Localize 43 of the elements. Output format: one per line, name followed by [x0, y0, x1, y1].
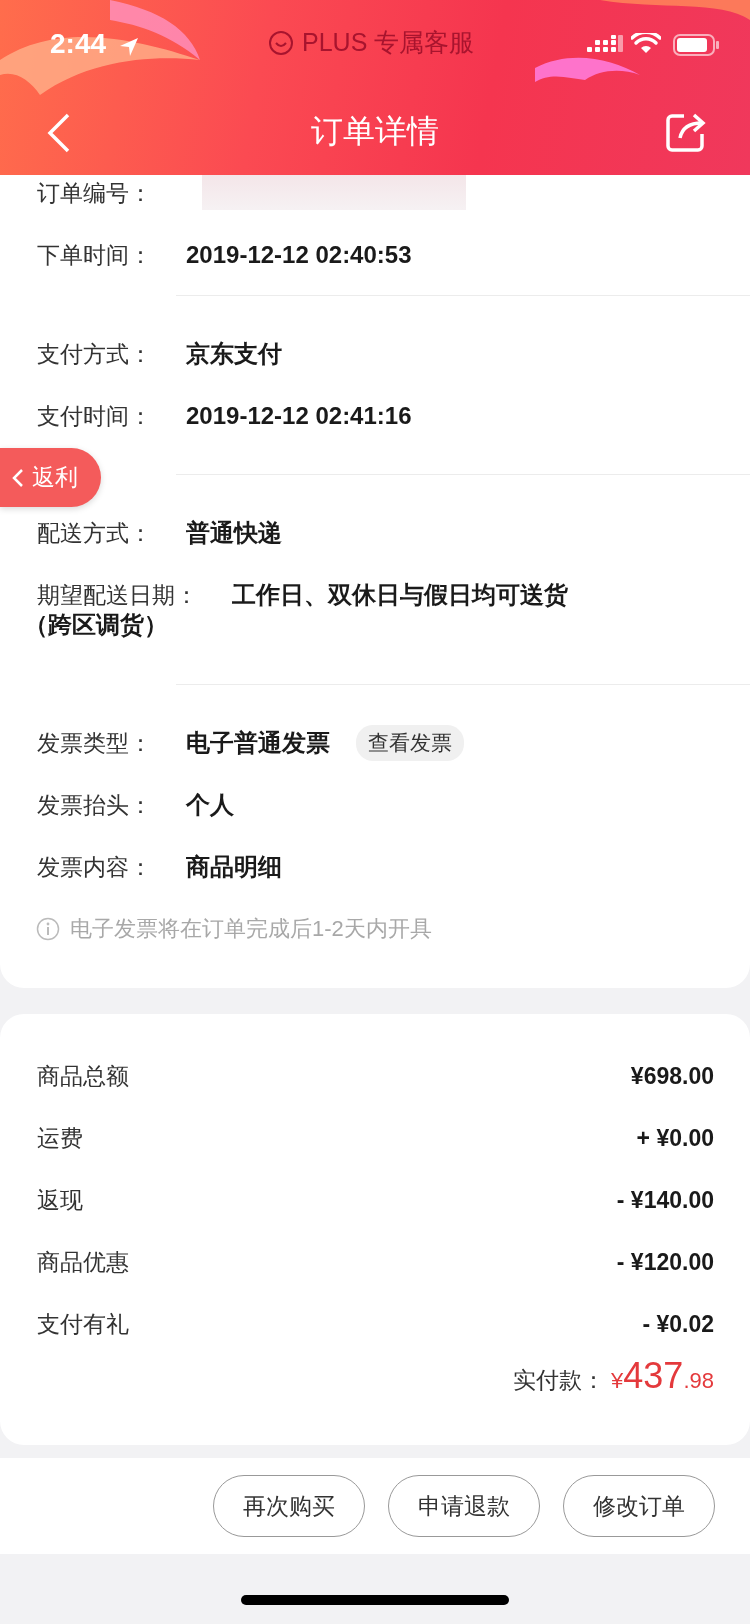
action-button[interactable]: 修改订单: [563, 1475, 715, 1537]
field-label: 发票抬头：: [37, 790, 152, 820]
field-label: 订单编号：: [37, 178, 152, 208]
price-label: 运费: [37, 1123, 83, 1153]
chevron-left-icon: [12, 467, 24, 488]
field-value: 工作日、双休日与假日均可送货: [232, 580, 568, 610]
total-amount: ¥437.98: [611, 1355, 714, 1397]
field-value: 2019-12-12 02:40:53: [186, 241, 412, 269]
field-value: 电子普通发票: [186, 728, 330, 758]
price-label: 商品优惠: [37, 1247, 129, 1277]
wifi-icon: [631, 33, 661, 55]
field-value: 商品明细: [186, 852, 282, 882]
action-button[interactable]: 申请退款: [388, 1475, 540, 1537]
field-value: 2019-12-12 02:41:16: [186, 402, 412, 430]
price-amount: - ¥120.00: [616, 1248, 714, 1276]
page-title: 订单详情: [311, 112, 439, 151]
field-label: 期望配送日期：: [37, 580, 198, 610]
price-label: 支付有礼: [37, 1309, 129, 1339]
signal-icon: [587, 35, 623, 55]
field-label: 支付方式：: [37, 339, 152, 369]
action-button[interactable]: 再次购买: [213, 1475, 365, 1537]
status-time: 2:44: [50, 28, 107, 60]
field-label: 配送方式：: [37, 518, 152, 548]
field-label: 发票类型：: [37, 728, 152, 758]
battery-icon: [673, 34, 719, 56]
field-value: 普通快递: [186, 518, 282, 548]
field-value: （跨区调货）: [24, 611, 168, 638]
field-value: 个人: [186, 790, 234, 820]
price-amount: - ¥0.02: [642, 1310, 714, 1338]
invoice-notice: 电子发票将在订单完成后1-2天内开具: [70, 915, 432, 943]
info-icon: [36, 917, 60, 941]
price-label: 商品总额: [37, 1061, 129, 1091]
total-label: 实付款：: [513, 1366, 606, 1395]
price-label: 返现: [37, 1185, 83, 1215]
price-amount: + ¥0.00: [636, 1124, 714, 1152]
price-amount: - ¥140.00: [616, 1186, 714, 1214]
view-invoice-button[interactable]: 查看发票: [356, 725, 464, 761]
location-arrow-icon: [118, 36, 140, 58]
field-label: 支付时间：: [37, 401, 152, 431]
price-amount: ¥698.00: [630, 1062, 714, 1090]
field-value: 京东支付: [186, 339, 282, 369]
field-label: 发票内容：: [37, 852, 152, 882]
field-label: 下单时间：: [37, 240, 152, 270]
